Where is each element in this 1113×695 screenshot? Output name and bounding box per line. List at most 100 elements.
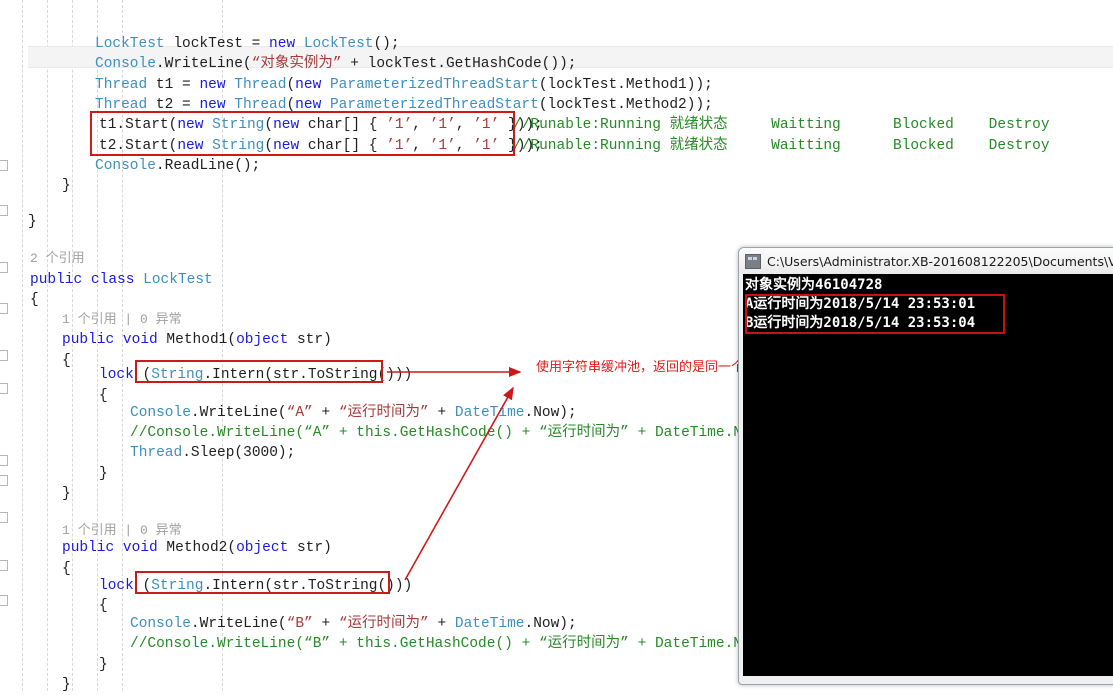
code-token: .Now);: [524, 405, 577, 421]
code-line[interactable]: public void Method2(object str): [62, 538, 332, 558]
lock-method2-box: [135, 571, 390, 594]
code-line[interactable]: {: [62, 559, 71, 579]
code-token: Thread: [95, 77, 148, 93]
code-line[interactable]: }: [99, 655, 108, 675]
outlining-collapse-glyph[interactable]: [0, 303, 8, 314]
code-token: Console: [95, 158, 156, 174]
code-token: object: [236, 332, 289, 348]
code-token: (: [286, 77, 296, 93]
code-line[interactable]: Console.ReadLine();: [95, 156, 260, 176]
indent-guide: [47, 0, 48, 691]
code-token: ParameterizedThreadStart: [329, 77, 539, 93]
console-output-area[interactable]: 对象实例为46104728 A运行时间为2018/5/14 23:53:01 B运行…: [743, 274, 1113, 676]
indent-guide: [22, 0, 23, 691]
code-line[interactable]: }: [62, 176, 71, 196]
code-token: ();: [373, 36, 400, 52]
code-line[interactable]: //Runable:Running 就绪状态 Waitting Blocked …: [513, 115, 1050, 135]
code-token: (lockTest.Method1));: [538, 77, 713, 93]
code-token: LockTest: [95, 36, 165, 52]
code-line[interactable]: Thread.Sleep(3000);: [130, 443, 295, 463]
code-line[interactable]: //Runable:Running 就绪状态 Waitting Blocked …: [513, 136, 1050, 156]
outlining-collapse-glyph[interactable]: [0, 475, 8, 486]
outlining-collapse-glyph[interactable]: [0, 160, 8, 171]
code-line[interactable]: {: [99, 386, 108, 406]
code-token: DateTime: [454, 616, 525, 632]
code-line[interactable]: 1 个引用 | 0 异常: [62, 310, 182, 330]
code-token: public: [30, 272, 83, 288]
code-token: void: [122, 332, 158, 348]
code-line[interactable]: Console.WriteLine(“对象实例为” + lockTest.Get…: [95, 54, 577, 74]
code-token: Console: [130, 616, 191, 632]
code-line[interactable]: public class LockTest: [30, 270, 213, 290]
outlining-collapse-glyph[interactable]: [0, 205, 8, 216]
console-output-line: 对象实例为46104728: [745, 277, 883, 293]
code-line[interactable]: //Console.WriteLine(“B” + this.GetHashCo…: [130, 634, 777, 654]
code-token: Thread: [234, 77, 287, 93]
outlining-collapse-glyph[interactable]: [0, 512, 8, 523]
code-line[interactable]: Console.WriteLine(“B” + “运行时间为” + DateTi…: [130, 614, 577, 634]
code-token: .WriteLine(: [190, 405, 287, 421]
outlining-collapse-glyph[interactable]: [0, 350, 8, 361]
code-token: “运行时间为”: [338, 616, 429, 632]
code-line[interactable]: {: [62, 351, 71, 371]
code-line[interactable]: 2 个引用: [30, 249, 85, 269]
code-token: LockTest: [303, 36, 374, 52]
code-line[interactable]: public void Method1(object str): [62, 330, 332, 350]
code-token: Console: [130, 405, 191, 421]
outlining-collapse-glyph[interactable]: [0, 595, 8, 606]
code-token: .WriteLine(: [190, 616, 287, 632]
code-token: t1 =: [147, 77, 200, 93]
code-line[interactable]: }: [99, 464, 108, 484]
code-token: {: [30, 292, 39, 308]
code-token: .ReadLine();: [155, 158, 261, 174]
code-line[interactable]: Console.WriteLine(“A” + “运行时间为” + DateTi…: [130, 403, 577, 423]
code-token: new: [199, 77, 226, 93]
code-token: new: [269, 36, 296, 52]
code-token: Method1(: [157, 332, 237, 348]
code-line[interactable]: {: [30, 290, 39, 310]
outlining-collapse-glyph[interactable]: [0, 455, 8, 466]
code-token: public: [62, 540, 115, 556]
code-token: void: [122, 540, 158, 556]
code-token: “运行时间为”: [338, 405, 429, 421]
console-window[interactable]: C:\Users\Administrator.XB-201608122205\D…: [738, 247, 1113, 685]
code-line[interactable]: }: [62, 484, 71, 504]
console-title-text: C:\Users\Administrator.XB-201608122205\D…: [767, 253, 1113, 269]
console-annotation-box: [745, 294, 1005, 334]
code-line[interactable]: //Console.WriteLine(“A” + this.GetHashCo…: [130, 423, 777, 443]
code-token: Console: [95, 56, 156, 72]
code-token: }: [28, 214, 37, 230]
code-token: }: [62, 486, 71, 502]
annotation-note-text: 使用字符串缓冲池，返回的是同一个引用: [536, 360, 771, 375]
code-token: 1 个引用 | 0 异常: [62, 312, 182, 327]
code-token: str): [288, 540, 332, 556]
code-token: object: [236, 540, 289, 556]
code-token: {: [99, 388, 108, 404]
code-token: “A”: [286, 405, 313, 421]
outlining-collapse-glyph[interactable]: [0, 383, 8, 394]
code-token: }: [62, 178, 71, 194]
code-line[interactable]: LockTest lockTest = new LockTest();: [95, 34, 400, 54]
code-line[interactable]: }: [28, 212, 37, 232]
code-token: {: [62, 353, 71, 369]
code-token: “B”: [286, 616, 313, 632]
outlining-collapse-glyph[interactable]: [0, 560, 8, 571]
code-line[interactable]: }: [62, 675, 71, 695]
code-line[interactable]: {: [99, 596, 108, 616]
code-token: }: [99, 657, 108, 673]
outlining-collapse-glyph[interactable]: [0, 262, 8, 273]
code-token: //Runable:Running 就绪状态 Waitting Blocked …: [513, 138, 1050, 154]
code-line[interactable]: Thread t1 = new Thread(new Parameterized…: [95, 75, 713, 95]
code-token: Thread: [130, 445, 183, 461]
code-token: //Runable:Running 就绪状态 Waitting Blocked …: [513, 117, 1050, 133]
code-token: Method2(: [157, 540, 237, 556]
code-token: lock: [99, 367, 134, 383]
code-token: + lockTest.GetHashCode());: [341, 56, 577, 72]
code-token: +: [428, 616, 455, 632]
code-token: public: [62, 332, 115, 348]
console-titlebar[interactable]: C:\Users\Administrator.XB-201608122205\D…: [739, 248, 1113, 274]
